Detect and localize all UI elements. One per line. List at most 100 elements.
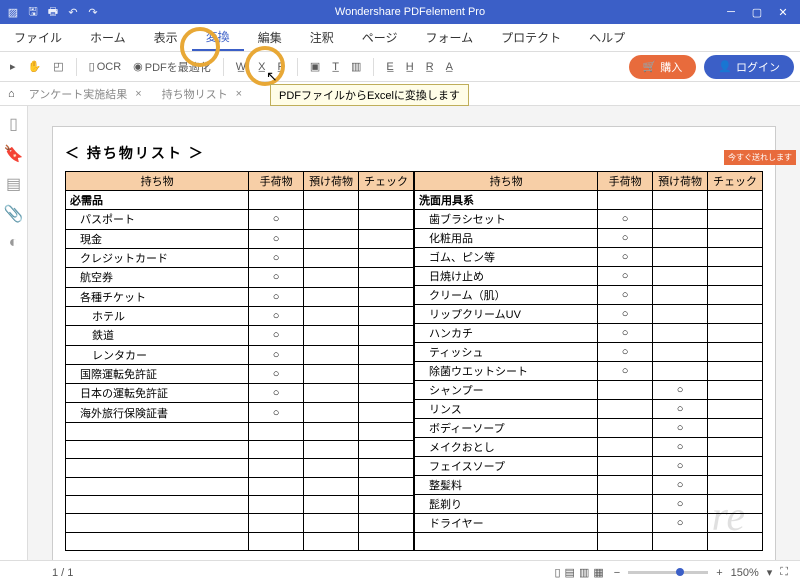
table-header: 預け荷物 <box>304 172 359 191</box>
hand-tool-icon[interactable]: ✋ <box>24 58 46 75</box>
tab-close-icon[interactable]: × <box>236 88 242 100</box>
menu-ページ[interactable]: ページ <box>348 24 412 51</box>
table-row: リンス○ <box>415 400 763 419</box>
thumbnails-icon[interactable]: ▯ <box>9 114 18 134</box>
document-canvas[interactable]: 持ち物リスト 持ち物手荷物預け荷物チェック 必需品パスポート○現金○クレジットカ… <box>28 106 800 560</box>
menu-ホーム[interactable]: ホーム <box>76 24 140 51</box>
table-row: 整髪料○ <box>415 476 763 495</box>
menu-ファイル[interactable]: ファイル <box>0 24 76 51</box>
menu-ヘルプ[interactable]: ヘルプ <box>575 24 639 51</box>
convert-pdfa-icon[interactable]: A̲ <box>442 59 457 75</box>
zoom-in-icon[interactable]: + <box>716 567 722 579</box>
maximize-icon[interactable]: ▢ <box>750 5 764 19</box>
comments-icon[interactable]: ▤ <box>6 174 21 194</box>
table-row: 髭剃り○ <box>415 495 763 514</box>
convert-rtf-icon[interactable]: R̲ <box>422 59 438 75</box>
home-icon[interactable]: ⌂ <box>8 88 15 100</box>
convert-other-icon[interactable]: ▥ <box>347 58 365 75</box>
tooltip: PDFファイルからExcelに変換します <box>270 84 469 106</box>
convert-text-icon[interactable]: T̲ <box>328 59 343 75</box>
view-continuous-icon[interactable]: ▤ <box>565 566 575 579</box>
table-row: ティッシュ○ <box>415 343 763 362</box>
ocr-button[interactable]: ▯ OCR <box>85 58 126 75</box>
statusbar: 1 / 1 ▯ ▤ ▥ ▦ − + 150% ▾ ⛶ <box>0 560 800 584</box>
table-row: リップクリームUV○ <box>415 305 763 324</box>
zoom-control[interactable]: − + 150% ▾ ⛶ <box>614 566 788 579</box>
menu-プロテクト[interactable]: プロテクト <box>487 24 575 51</box>
search-icon[interactable]: ◐ <box>9 234 19 252</box>
table-row: 現金○ <box>66 229 414 248</box>
table-row: 各種チケット○ <box>66 287 414 306</box>
redo-icon[interactable]: ↷ <box>86 5 100 19</box>
app-title: Wondershare PDFelement Pro <box>106 6 714 18</box>
table-row: 鉄道○ <box>66 326 414 345</box>
table-row: 国際運転免許証○ <box>66 364 414 383</box>
page-indicator[interactable]: 1 / 1 <box>52 567 73 579</box>
window-controls: ─ ▢ ✕ <box>714 5 800 19</box>
page-title: 持ち物リスト <box>65 143 763 163</box>
fullscreen-icon[interactable]: ⛶ <box>780 566 788 579</box>
table-row: レンタカー○ <box>66 345 414 364</box>
convert-epub-icon[interactable]: E̲ <box>382 59 397 75</box>
zoom-dropdown-icon[interactable]: ▾ <box>767 566 773 579</box>
table-row: 必需品 <box>66 191 414 210</box>
close-icon[interactable]: ✕ <box>776 5 790 19</box>
table-row <box>66 441 414 459</box>
convert-word-icon[interactable]: W̲ <box>232 59 250 75</box>
menu-フォーム[interactable]: フォーム <box>411 24 487 51</box>
table-row: ハンカチ○ <box>415 324 763 343</box>
table-row <box>66 477 414 495</box>
bookmarks-icon[interactable]: 🔖 <box>4 144 24 164</box>
table-row: クリーム（肌）○ <box>415 286 763 305</box>
table-row: 日焼け止め○ <box>415 267 763 286</box>
tab-packing-list[interactable]: 持ち物リスト× <box>156 86 248 102</box>
zoom-out-icon[interactable]: − <box>614 567 620 579</box>
table-row: ホテル○ <box>66 306 414 325</box>
table-header: 手荷物 <box>598 172 653 191</box>
menubar: ファイルホーム表示変換編集注釈ページフォームプロテクトヘルプ <box>0 24 800 52</box>
menu-表示[interactable]: 表示 <box>140 24 192 51</box>
convert-excel-icon[interactable]: X̲ <box>254 59 269 75</box>
zoom-tool-icon[interactable]: ◰ <box>49 58 67 75</box>
table-row <box>415 533 763 551</box>
table-row: 歯ブラシセット○ <box>415 210 763 229</box>
menu-変換[interactable]: 変換 <box>192 24 244 51</box>
table-row: パスポート○ <box>66 210 414 229</box>
toolbar: ▸ ✋ ◰ ▯ OCR ◉ PDFを最適化 W̲ X̲ P̲ ▣ T̲ ▥ E̲… <box>0 52 800 82</box>
tab-close-icon[interactable]: × <box>135 88 141 100</box>
convert-ppt-icon[interactable]: P̲ <box>274 59 289 75</box>
packing-table-left: 持ち物手荷物預け荷物チェック 必需品パスポート○現金○クレジットカード○航空券○… <box>65 171 414 551</box>
optimize-button[interactable]: ◉ PDFを最適化 <box>129 57 215 77</box>
table-row <box>66 514 414 532</box>
titlebar: ▨ 🖫 🖶 ↶ ↷ Wondershare PDFelement Pro ─ ▢… <box>0 0 800 24</box>
tab-survey[interactable]: アンケート実施結果× <box>23 86 148 102</box>
table-header: チェック <box>708 172 763 191</box>
table-row <box>66 459 414 477</box>
zoom-slider[interactable] <box>628 571 708 574</box>
attachments-icon[interactable]: 📎 <box>4 204 24 224</box>
convert-html-icon[interactable]: H̲ <box>402 59 418 75</box>
menu-注釈[interactable]: 注釈 <box>296 24 348 51</box>
table-row: ボディーソープ○ <box>415 419 763 438</box>
view-single-icon[interactable]: ▯ <box>554 566 560 579</box>
table-header: チェック <box>359 172 414 191</box>
table-row: 海外旅行保険証書○ <box>66 403 414 422</box>
quick-access: ▨ 🖫 🖶 ↶ ↷ <box>0 5 106 19</box>
print-icon[interactable]: 🖶 <box>46 5 60 19</box>
page-content: 持ち物リスト 持ち物手荷物預け荷物チェック 必需品パスポート○現金○クレジットカ… <box>52 126 776 560</box>
promo-tag[interactable]: 今すぐ送れします <box>724 150 796 165</box>
convert-image-icon[interactable]: ▣ <box>306 58 324 75</box>
view-cover-icon[interactable]: ▦ <box>593 566 603 579</box>
buy-button[interactable]: 🛒 購入 <box>629 55 697 79</box>
zoom-value: 150% <box>731 567 759 579</box>
view-facing-icon[interactable]: ▥ <box>579 566 589 579</box>
table-row: ゴム、ピン等○ <box>415 248 763 267</box>
undo-icon[interactable]: ↶ <box>66 5 80 19</box>
save-icon[interactable]: 🖫 <box>26 5 40 19</box>
minimize-icon[interactable]: ─ <box>724 5 738 19</box>
select-tool-icon[interactable]: ▸ <box>6 58 20 75</box>
menu-編集[interactable]: 編集 <box>244 24 296 51</box>
table-row: クレジットカード○ <box>66 248 414 267</box>
table-header: 持ち物 <box>66 172 249 191</box>
login-button[interactable]: 👤 ログイン <box>704 55 794 79</box>
